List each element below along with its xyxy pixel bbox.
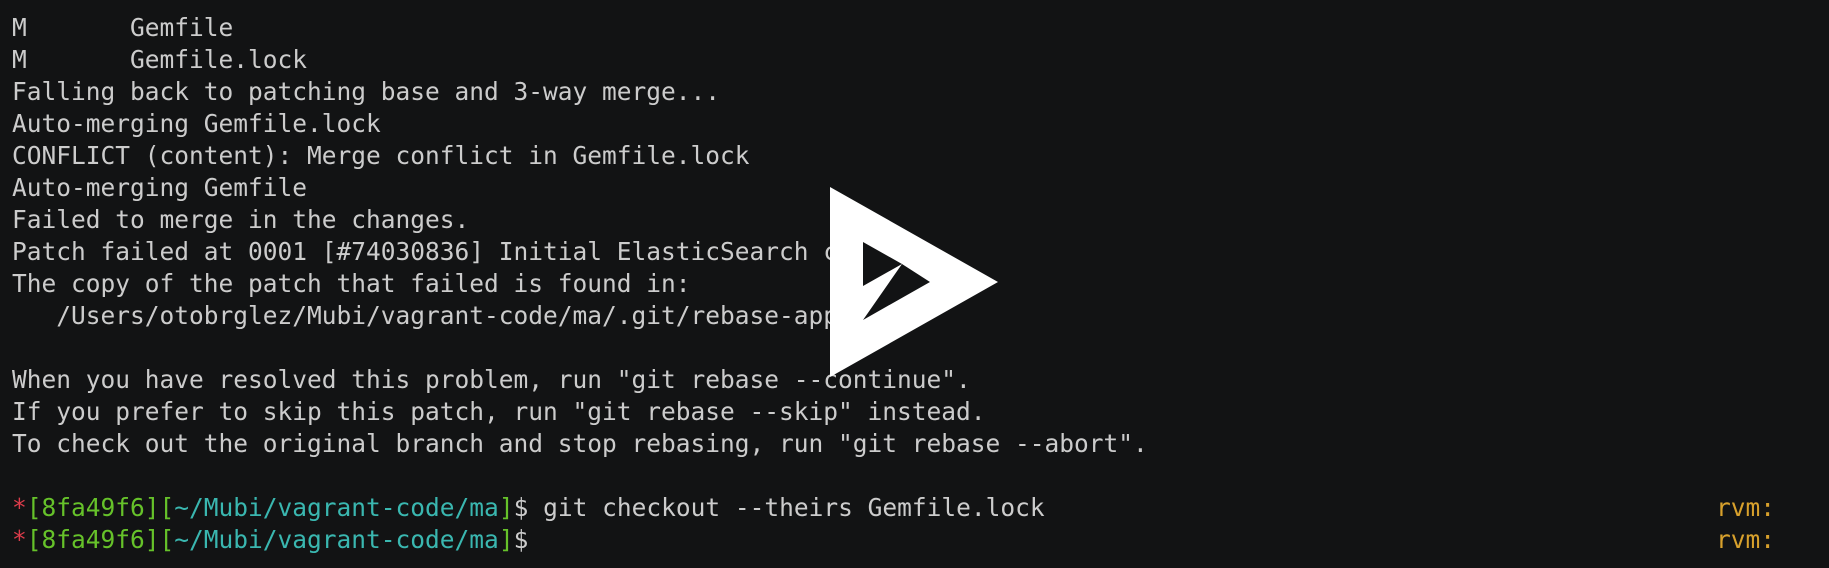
terminal-line: To check out the original branch and sto…: [12, 429, 1148, 458]
shell-prompt-line: *[8fa49f6][~/Mubi/vagrant-code/ma]$ git …: [12, 492, 1817, 524]
terminal-line: If you prefer to skip this patch, run "g…: [12, 397, 986, 426]
path-open-bracket: [: [159, 525, 175, 554]
terminal-line: Falling back to patching base and 3-way …: [12, 77, 721, 106]
play-button[interactable]: [830, 187, 998, 377]
commit-hash: [8fa49f6]: [26, 493, 160, 522]
terminal-line: Auto-merging Gemfile.lock: [12, 109, 381, 138]
terminal-line: M Gemfile: [12, 13, 234, 42]
dirty-marker: *: [12, 525, 27, 554]
terminal-line: CONFLICT (content): Merge conflict in Ge…: [12, 141, 750, 170]
dirty-marker: *: [12, 493, 27, 522]
prompt-symbol: $: [513, 493, 529, 522]
asciinema-play-icon: [830, 187, 998, 377]
shell-prompt-line: *[8fa49f6][~/Mubi/vagrant-code/ma]$ rvm:: [12, 524, 1817, 556]
working-directory: ~/Mubi/vagrant-code/ma: [174, 493, 499, 522]
working-directory: ~/Mubi/vagrant-code/ma: [174, 525, 499, 554]
path-close-bracket: ]: [498, 525, 514, 554]
terminal-window[interactable]: M Gemfile M Gemfile.lock Falling back to…: [0, 0, 1829, 568]
commit-hash: [8fa49f6]: [26, 525, 160, 554]
rvm-indicator: rvm:: [1715, 493, 1775, 522]
terminal-line: M Gemfile.lock: [12, 45, 308, 74]
path-open-bracket: [: [159, 493, 175, 522]
prompt-symbol: $: [513, 525, 529, 554]
command-text: git checkout --theirs Gemfile.lock: [528, 493, 1045, 522]
path-close-bracket: ]: [498, 493, 514, 522]
rvm-indicator: rvm:: [1715, 525, 1775, 554]
